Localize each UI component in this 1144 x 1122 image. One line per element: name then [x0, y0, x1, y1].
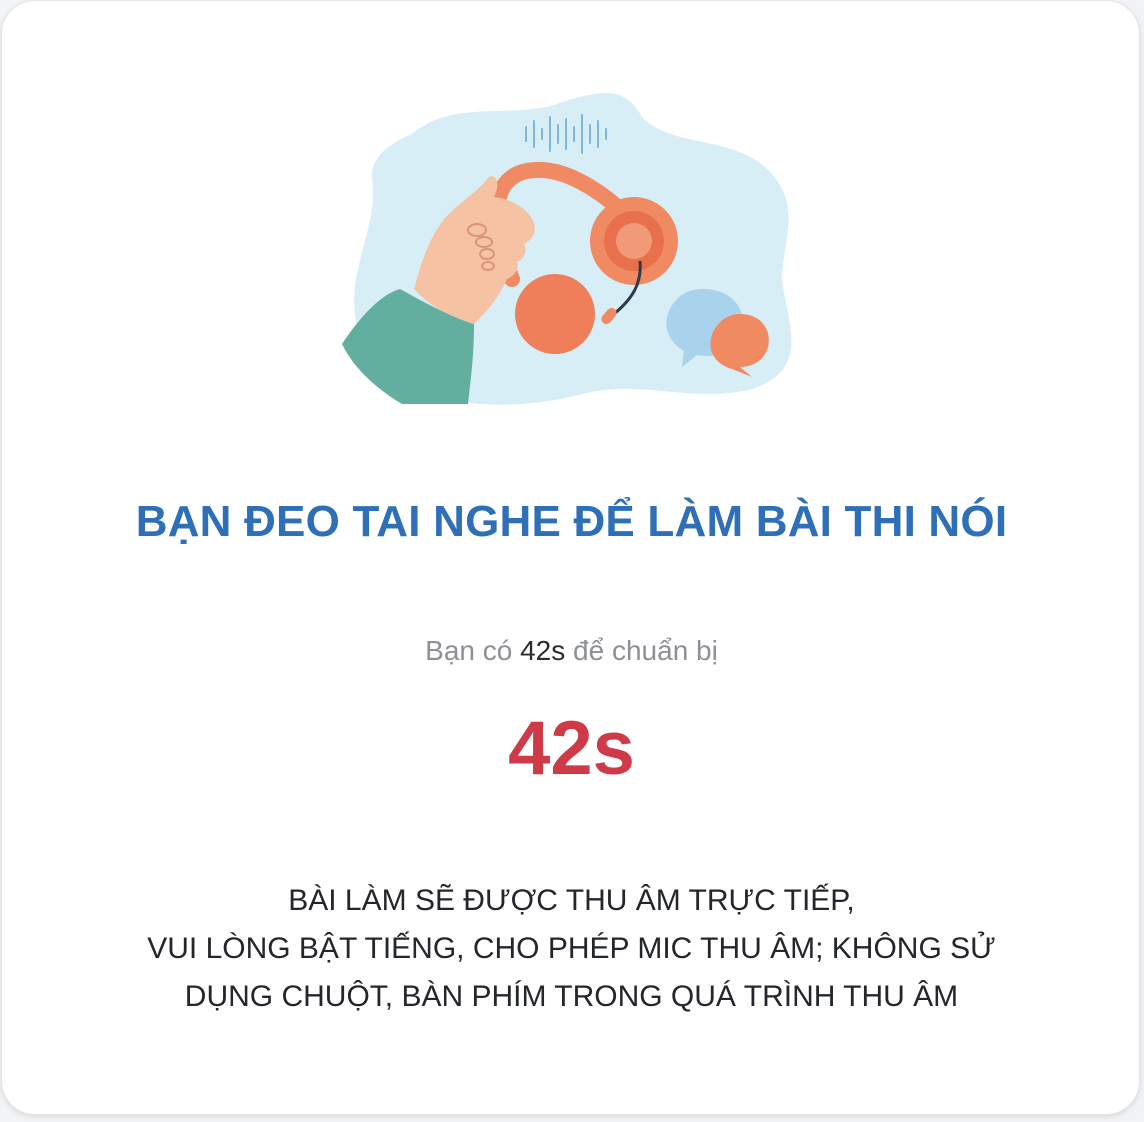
page-title: BẠN ĐEO TAI NGHE ĐỂ LÀM BÀI THI NÓI — [135, 497, 1008, 546]
countdown-timer: 42s — [508, 706, 635, 791]
prep-time-text: Bạn có 42s để chuẩn bị — [2, 635, 1141, 667]
prep-time-value: 42s — [520, 635, 566, 666]
notice-line-2: VUI LÒNG BẬT TIẾNG, CHO PHÉP MIC THU ÂM;… — [147, 932, 996, 965]
prep-prefix: Bạn có — [425, 635, 513, 666]
prep-suffix: để chuẩn bị — [573, 635, 718, 666]
recording-notice: BÀI LÀM SẼ ĐƯỢC THU ÂM TRỰC TIẾP, VUI LÒ… — [2, 877, 1141, 1021]
ear-cup-left — [515, 274, 595, 354]
notice-line-3: DỤNG CHUỘT, BÀN PHÍM TRONG QUÁ TRÌNH THU… — [184, 980, 959, 1013]
recording-prep-dialog: BẠN ĐEO TAI NGHE ĐỂ LÀM BÀI THI NÓI Bạn … — [1, 0, 1140, 1115]
headphones-hand-icon — [342, 93, 792, 405]
notice-line-1: BÀI LÀM SẼ ĐƯỢC THU ÂM TRỰC TIẾP, — [288, 884, 855, 917]
